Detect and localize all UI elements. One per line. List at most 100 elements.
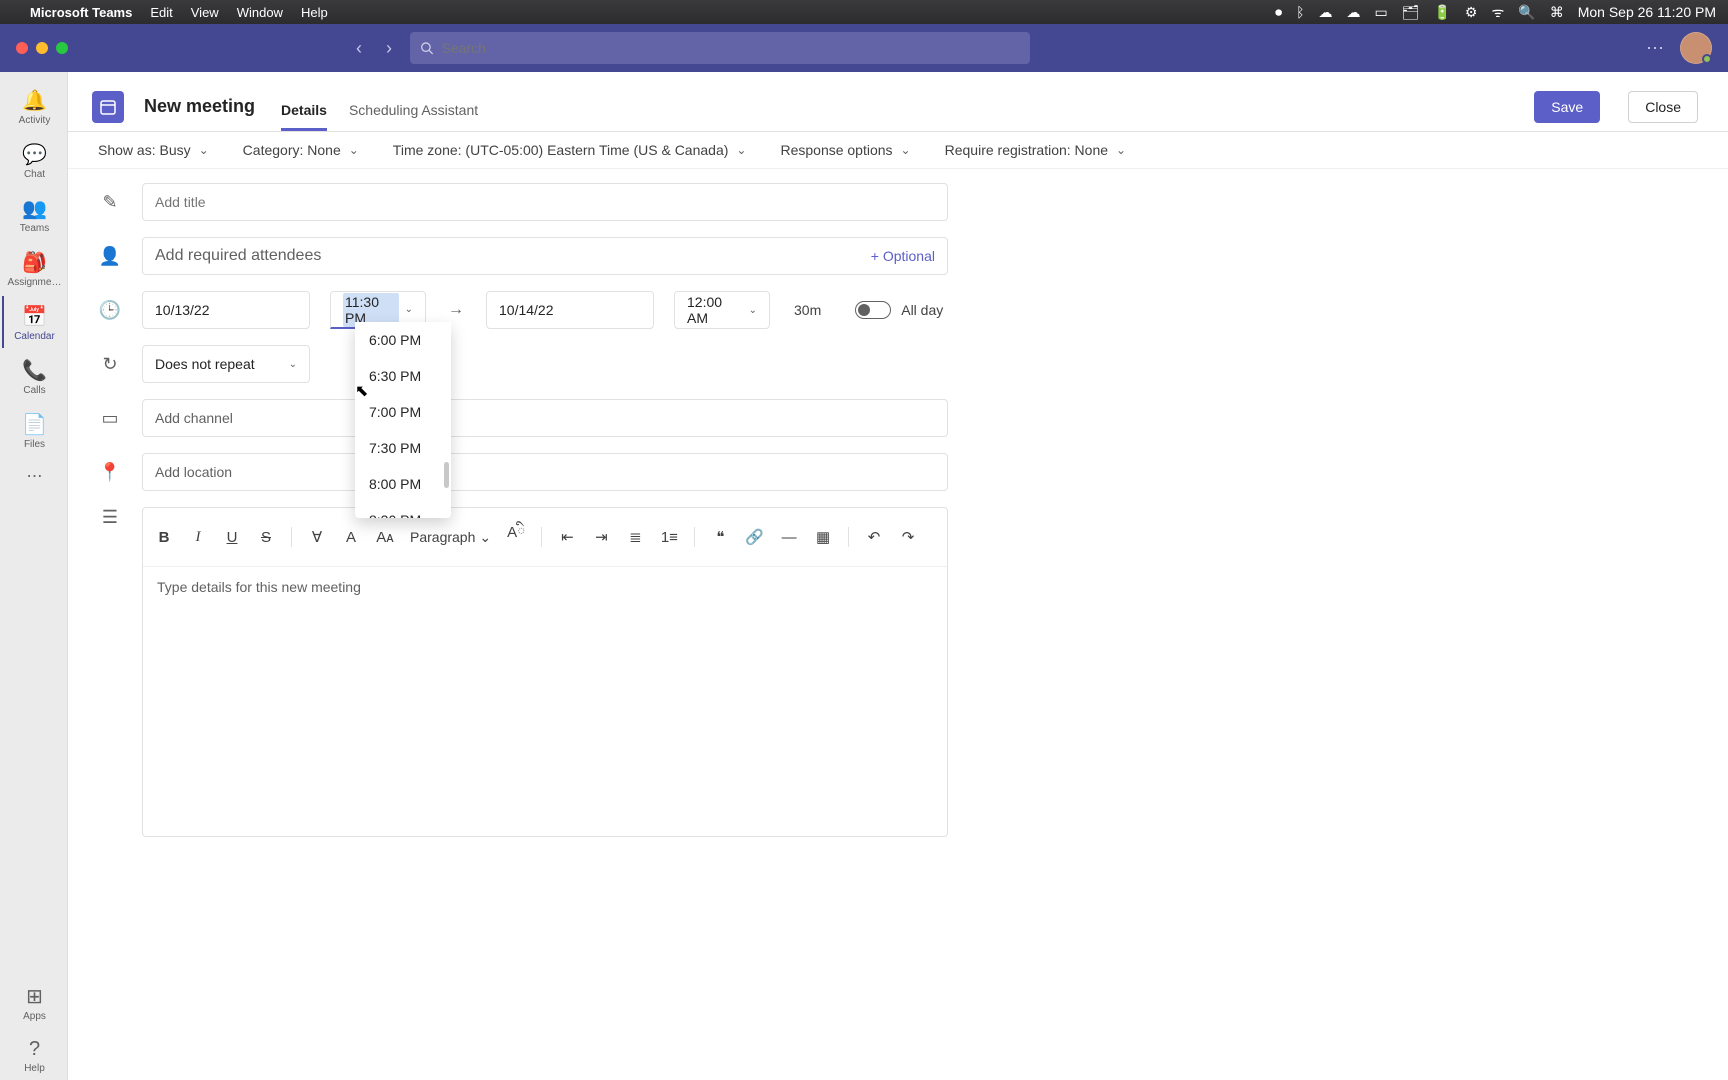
rail-label: Chat: [24, 169, 45, 180]
rail-label: Apps: [23, 1011, 46, 1022]
time-option[interactable]: 7:00 PM: [355, 394, 451, 430]
nav-back-button[interactable]: ‹: [348, 34, 370, 63]
editor-toolbar: B I U S ∀ A Aᴀ Paragraph ⌄ Aི ⇤ ⇥ ≣: [143, 508, 947, 567]
link-button[interactable]: 🔗: [745, 528, 764, 546]
editor-textarea[interactable]: Type details for this new meeting: [143, 567, 947, 607]
time-option[interactable]: 8:30 PM: [355, 502, 451, 518]
indent-button[interactable]: ⇥: [592, 528, 610, 546]
number-list-button[interactable]: 1≡: [660, 529, 678, 546]
menu-view[interactable]: View: [191, 5, 219, 20]
start-date-field[interactable]: 10/13/22: [142, 291, 310, 329]
font-color-button[interactable]: A: [342, 529, 360, 546]
rail-files[interactable]: 📄 Files: [2, 404, 66, 456]
time-option[interactable]: 6:00 PM: [355, 322, 451, 358]
time-option[interactable]: 7:30 PM: [355, 430, 451, 466]
repeat-dropdown[interactable]: Does not repeat⌄: [142, 345, 310, 383]
strike-button[interactable]: S: [257, 529, 275, 546]
bullet-list-button[interactable]: ≣: [626, 528, 644, 546]
add-optional-link[interactable]: + Optional: [871, 248, 935, 264]
teams-icon: 👥: [22, 196, 47, 221]
description-icon: ☰: [98, 507, 122, 528]
registration-dropdown[interactable]: Require registration: None⌄: [945, 142, 1126, 158]
italic-button[interactable]: I: [189, 529, 207, 546]
channel-field[interactable]: Add channel: [142, 399, 948, 437]
end-date-field[interactable]: 10/14/22: [486, 291, 654, 329]
more-menu-icon[interactable]: ⋯: [1646, 38, 1664, 59]
apps-icon: ⊞: [26, 984, 43, 1009]
rail-more[interactable]: ⋯: [2, 458, 66, 494]
file-icon: 📄: [22, 412, 47, 437]
rail-chat[interactable]: 💬 Chat: [2, 134, 66, 186]
clear-format-button[interactable]: Aི: [507, 516, 525, 558]
save-button[interactable]: Save: [1534, 91, 1600, 123]
wifi-icon[interactable]: ᯤ: [1491, 3, 1504, 22]
menu-edit[interactable]: Edit: [150, 5, 172, 20]
tab-scheduling-assistant[interactable]: Scheduling Assistant: [349, 102, 478, 131]
table-button[interactable]: ▦: [814, 528, 832, 546]
rail-apps[interactable]: ⊞ Apps: [2, 976, 66, 1028]
hr-button[interactable]: —: [780, 529, 798, 546]
calendar-icon: 📅: [22, 304, 47, 329]
teams-titlebar: ‹ › ⋯: [0, 24, 1728, 72]
timezone-dropdown[interactable]: Time zone: (UTC-05:00) Eastern Time (US …: [393, 142, 747, 158]
cloud2-icon[interactable]: ☁︎: [1346, 4, 1360, 21]
time-option[interactable]: 6:30 PM: [355, 358, 451, 394]
start-time-dropdown: 6:00 PM 6:30 PM 7:00 PM 7:30 PM 8:00 PM …: [355, 322, 451, 518]
time-option[interactable]: 8:00 PM: [355, 466, 451, 502]
tab-details[interactable]: Details: [281, 102, 327, 131]
category-dropdown[interactable]: Category: None⌄: [243, 142, 359, 158]
record-icon[interactable]: ⏺: [1275, 4, 1282, 21]
undo-button[interactable]: ↶: [865, 528, 883, 546]
mac-clock[interactable]: Mon Sep 26 11:20 PM: [1578, 4, 1716, 20]
app-name[interactable]: Microsoft Teams: [30, 5, 132, 20]
redo-button[interactable]: ↷: [899, 528, 917, 546]
response-options-dropdown[interactable]: Response options⌄: [780, 142, 910, 158]
window-controls: [16, 42, 68, 54]
rail-calendar[interactable]: 📅 Calendar: [2, 296, 66, 348]
location-field[interactable]: Add location: [142, 453, 948, 491]
rail-assignments[interactable]: 🎒 Assignme…: [2, 242, 66, 294]
bluetooth-icon[interactable]: ᛒ: [1296, 4, 1304, 20]
rail-label: Files: [24, 439, 45, 450]
maximize-window-icon[interactable]: [56, 42, 68, 54]
chevron-down-icon: ⌄: [1116, 143, 1126, 157]
font-size-button[interactable]: Aᴀ: [376, 529, 394, 546]
rail-calls[interactable]: 📞 Calls: [2, 350, 66, 402]
user-avatar[interactable]: [1680, 32, 1712, 64]
end-time-field[interactable]: 12:00 AM ⌄: [674, 291, 770, 329]
minimize-window-icon[interactable]: [36, 42, 48, 54]
chevron-down-icon: ⌄: [405, 304, 413, 315]
outdent-button[interactable]: ⇤: [558, 528, 576, 546]
spotlight-icon[interactable]: 🔍: [1518, 4, 1535, 21]
menu-window[interactable]: Window: [237, 5, 283, 20]
rail-activity[interactable]: 🔔 Activity: [2, 80, 66, 132]
bold-button[interactable]: B: [155, 529, 173, 546]
end-time-value: 12:00 AM: [687, 294, 743, 326]
paragraph-dropdown[interactable]: Paragraph ⌄: [410, 529, 491, 546]
close-window-icon[interactable]: [16, 42, 28, 54]
close-button[interactable]: Close: [1628, 91, 1698, 123]
highlight-button[interactable]: ∀: [308, 528, 326, 546]
clock-icon: 🕒: [98, 300, 122, 321]
menu-help[interactable]: Help: [301, 5, 328, 20]
title-field[interactable]: [142, 183, 948, 221]
all-day-toggle[interactable]: [855, 301, 891, 319]
bell-icon: 🔔: [22, 88, 47, 113]
folder-icon[interactable]: 🗂: [1402, 4, 1420, 21]
battery-icon[interactable]: 🔋: [1433, 4, 1450, 21]
title-input[interactable]: [155, 194, 935, 210]
toggles-icon[interactable]: ⚙: [1465, 4, 1478, 21]
rail-help[interactable]: ? Help: [2, 1030, 66, 1080]
show-as-dropdown[interactable]: Show as: Busy⌄: [98, 142, 209, 158]
attendees-field[interactable]: Add required attendees + Optional: [142, 237, 948, 275]
search-input[interactable]: [442, 40, 1021, 56]
underline-button[interactable]: U: [223, 529, 241, 546]
nav-forward-button[interactable]: ›: [378, 34, 400, 63]
rail-teams[interactable]: 👥 Teams: [2, 188, 66, 240]
control-center-icon[interactable]: ⌘: [1550, 4, 1564, 21]
cloud-icon[interactable]: ☁︎: [1318, 4, 1332, 21]
quote-button[interactable]: ❝: [711, 528, 729, 546]
mission-control-icon[interactable]: ▭: [1374, 4, 1387, 21]
scrollbar-thumb[interactable]: [444, 462, 449, 488]
search-box[interactable]: [410, 32, 1030, 64]
